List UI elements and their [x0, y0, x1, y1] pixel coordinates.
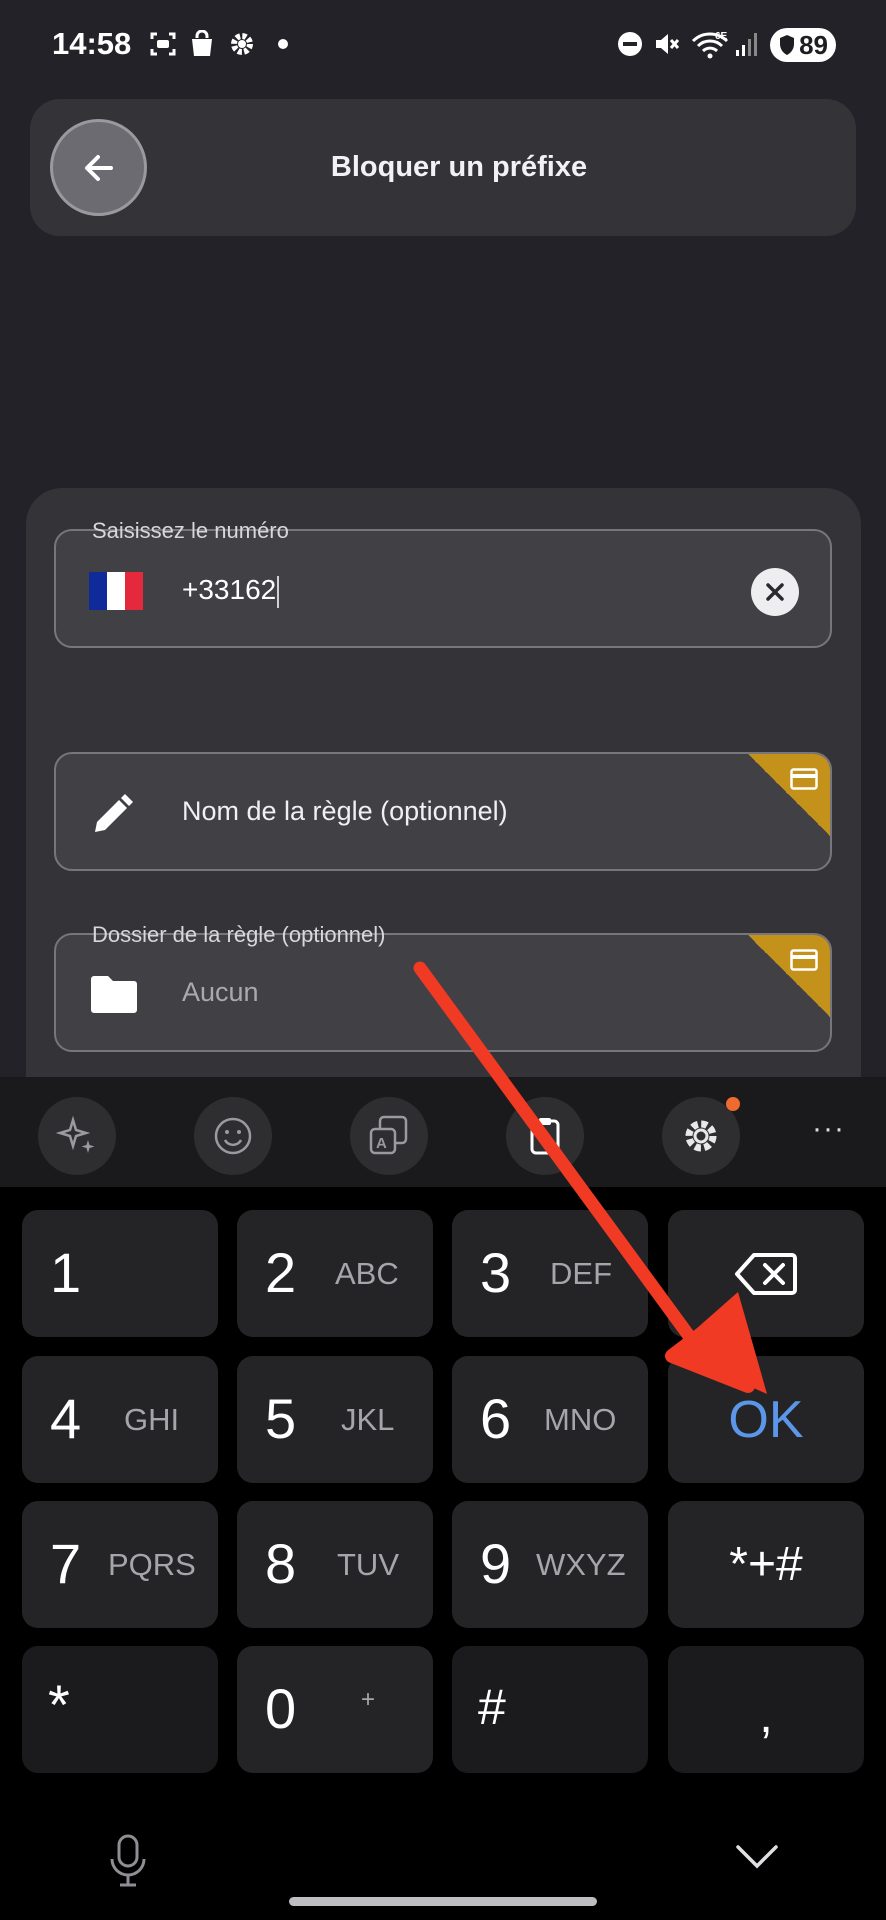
key-digit: 0	[265, 1677, 297, 1740]
home-indicator[interactable]	[289, 1897, 597, 1906]
key-2[interactable]: 2 ABC	[237, 1210, 433, 1337]
keyboard-toolbar: A	[0, 1077, 886, 1187]
keyboard-settings-button[interactable]	[662, 1097, 740, 1175]
svg-text:6E: 6E	[715, 31, 728, 42]
key-letters: +	[361, 1686, 376, 1713]
notification-dot	[726, 1097, 740, 1111]
key-9[interactable]: 9 WXYZ	[452, 1501, 648, 1628]
key-digit: 5	[265, 1387, 297, 1450]
microphone-icon[interactable]	[108, 1833, 148, 1894]
more-options-button[interactable]: ···	[812, 1112, 845, 1146]
key-0[interactable]: 0 +	[237, 1646, 433, 1773]
page-title: Bloquer un préfixe	[330, 151, 588, 183]
france-flag-icon[interactable]	[89, 572, 143, 610]
key-letters: WXYZ	[536, 1547, 626, 1582]
dot-icon	[276, 29, 290, 59]
key-digit: 7	[50, 1532, 82, 1595]
key-letters: ABC	[335, 1256, 399, 1291]
card-icon	[790, 949, 818, 971]
key-letters: JKL	[341, 1402, 395, 1437]
arrow-left-icon	[84, 154, 113, 181]
rule-folder-label: Dossier de la règle (optionnel)	[92, 922, 386, 947]
key-letters: GHI	[124, 1402, 180, 1437]
battery-icon: 89	[770, 28, 836, 62]
key-digit: 9	[480, 1532, 512, 1595]
settings-icon	[227, 29, 257, 59]
emoji-button[interactable]	[194, 1097, 272, 1175]
text-caret	[277, 575, 280, 608]
emoji-icon	[214, 1117, 252, 1155]
key-digit: 3	[480, 1241, 512, 1304]
key-7[interactable]: 7 PQRS	[22, 1501, 218, 1628]
rule-folder-value: Aucun	[182, 977, 259, 1007]
mute-icon	[652, 29, 682, 59]
svg-text:A: A	[376, 1135, 387, 1152]
signal-icon	[734, 29, 760, 59]
key-letters: TUV	[337, 1547, 399, 1582]
folder-icon	[89, 973, 139, 1020]
key-digit: *	[48, 1673, 70, 1736]
key-digit: 4	[50, 1387, 82, 1450]
symbols-key-label: *+#	[729, 1538, 803, 1591]
rule-folder-field[interactable]: Aucun	[54, 933, 832, 1052]
ai-tools-button[interactable]	[38, 1097, 116, 1175]
phone-number-field[interactable]: +33162	[54, 529, 832, 648]
key-letters: MNO	[544, 1402, 617, 1437]
pencil-icon	[89, 792, 135, 843]
key-6[interactable]: 6 MNO	[452, 1356, 648, 1483]
premium-badge	[748, 935, 830, 1017]
rule-name-field[interactable]: Nom de la règle (optionnel)	[54, 752, 832, 871]
rule-name-placeholder: Nom de la règle (optionnel)	[182, 796, 508, 826]
translate-icon: A	[369, 1115, 408, 1155]
clipboard-button[interactable]	[506, 1097, 584, 1175]
key-digit: #	[478, 1679, 506, 1735]
status-time: 14:58	[52, 26, 132, 61]
phone-number-value: +33162	[182, 574, 277, 605]
key-4[interactable]: 4 GHI	[22, 1356, 218, 1483]
key-3[interactable]: 3 DEF	[452, 1210, 648, 1337]
key-8[interactable]: 8 TUV	[237, 1501, 433, 1628]
phone-number-input[interactable]: +33162	[182, 574, 280, 608]
screenshot-icon	[148, 29, 178, 59]
key-digit: 1	[50, 1241, 82, 1304]
translate-button[interactable]: A	[350, 1097, 428, 1175]
key-digit: 2	[265, 1241, 297, 1304]
do-not-disturb-icon	[616, 29, 644, 59]
keyboard-settings-icon	[685, 1120, 717, 1152]
key-digit: 6	[480, 1387, 512, 1450]
key-5[interactable]: 5 JKL	[237, 1356, 433, 1483]
status-bar: 14:58 6E 89	[0, 0, 886, 90]
sparkle-icon	[55, 1115, 95, 1153]
key-star[interactable]: *	[22, 1646, 218, 1773]
bag-icon	[188, 29, 216, 59]
clipboard-icon	[530, 1118, 560, 1155]
card-icon	[790, 768, 818, 790]
key-letters: PQRS	[108, 1547, 196, 1582]
phone-number-label: Saisissez le numéro	[92, 518, 289, 543]
key-digit: 8	[265, 1532, 297, 1595]
backspace-key[interactable]	[668, 1210, 864, 1337]
ok-key-label: OK	[728, 1390, 804, 1449]
comma-key[interactable]: ,	[668, 1646, 864, 1773]
backspace-icon	[735, 1252, 797, 1295]
key-hash[interactable]: #	[452, 1646, 648, 1773]
comma-key-label: ,	[759, 1690, 773, 1743]
premium-badge	[748, 754, 830, 836]
wifi-6e-icon: 6E	[690, 29, 730, 59]
symbols-key[interactable]: *+#	[668, 1501, 864, 1628]
app-header: Bloquer un préfixe	[30, 99, 856, 236]
key-1[interactable]: 1	[22, 1210, 218, 1337]
clear-button[interactable]	[751, 568, 799, 616]
hide-keyboard-icon[interactable]	[733, 1840, 781, 1877]
battery-level: 89	[799, 29, 828, 60]
back-button[interactable]	[50, 119, 147, 216]
ok-key[interactable]: OK	[668, 1356, 864, 1483]
key-letters: DEF	[550, 1256, 612, 1291]
close-icon	[766, 583, 784, 601]
